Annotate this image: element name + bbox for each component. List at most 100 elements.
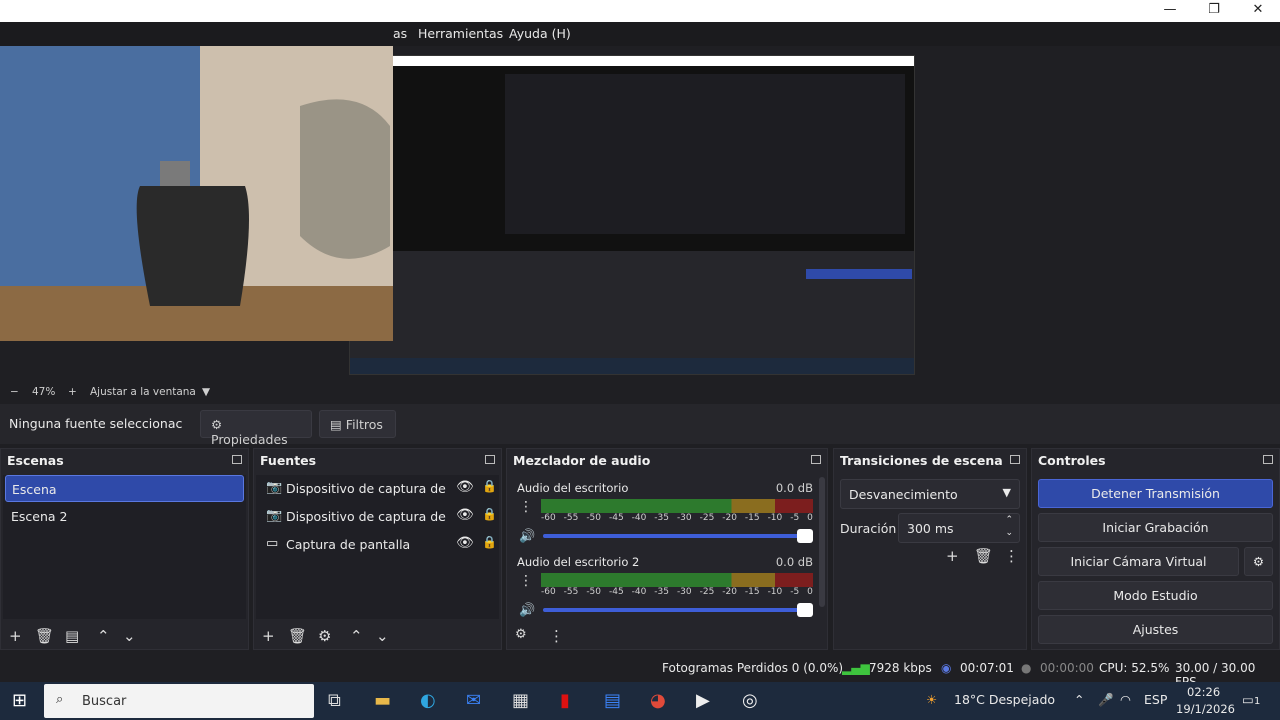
language-indicator[interactable]: ESP [1144, 692, 1167, 707]
arrow-down-icon[interactable]: ⌄ [123, 627, 136, 645]
menu-item-tools[interactable]: Herramientas [418, 26, 503, 41]
arrow-up-icon[interactable]: ⌃ [350, 627, 363, 645]
maximize-button[interactable]: ❐ [1192, 0, 1236, 22]
slider-handle[interactable] [797, 529, 813, 543]
source-item[interactable]: 📷 Dispositivo de captura de vid 👁 🔒 [260, 475, 497, 502]
menu-item-partial[interactable]: as [393, 26, 407, 41]
weather-icon: ☀ [926, 692, 938, 707]
edge-icon[interactable]: ◐ [420, 690, 436, 711]
transition-select[interactable]: Desvanecimiento ▼ [840, 479, 1020, 509]
filter-icon: ▤ [330, 417, 342, 432]
lock-icon[interactable]: 🔒 [482, 507, 497, 521]
trash-icon[interactable]: 🗑 [35, 627, 54, 645]
outlook-icon[interactable]: ✉ [466, 690, 481, 711]
undock-icon[interactable] [485, 455, 495, 464]
stop-streaming-button[interactable]: Detener Transmisión [1038, 479, 1273, 508]
studio-mode-button[interactable]: Modo Estudio [1038, 581, 1273, 610]
weather-text[interactable]: 18°C Despejado [954, 692, 1055, 707]
document-icon[interactable]: ▤ [604, 690, 621, 711]
file-explorer-icon[interactable]: ▬ [374, 690, 391, 711]
arrow-down-icon[interactable]: ⌄ [376, 627, 389, 645]
speaker-icon[interactable]: 🔊 [519, 529, 535, 544]
task-view-icon[interactable]: ⧉ [328, 690, 341, 711]
minimize-button[interactable]: — [1148, 0, 1192, 22]
controls-title: Controles [1038, 453, 1106, 468]
app-red-icon[interactable]: ▮ [560, 690, 570, 711]
mixer-scrollbar[interactable] [819, 477, 825, 607]
record-time: 00:00:00 [1040, 661, 1094, 675]
tick-label: -25 [699, 513, 715, 523]
filters-button[interactable]: ▤ Filtros [319, 410, 396, 438]
notification-icon[interactable]: ▭ [1242, 692, 1254, 707]
eye-icon[interactable]: 👁 [456, 479, 474, 495]
title-bar: — ❐ ✕ [0, 0, 1280, 22]
chevron-up-icon[interactable]: ⌃ [1074, 692, 1084, 707]
clock-date[interactable]: 19/1/2026 [1176, 702, 1235, 716]
zoom-dropdown-icon[interactable]: ▼ [202, 386, 210, 398]
gear-icon[interactable]: ⚙ [318, 627, 331, 645]
properties-button[interactable]: ⚙ Propiedades [200, 410, 312, 447]
speaker-icon[interactable]: 🔊 [519, 603, 535, 618]
scenes-toolbar: + 🗑 ▤ ⌃ ⌄ [1, 621, 248, 649]
webcam-feed [0, 46, 393, 341]
spin-arrows-icon[interactable]: ⌃ ⌄ [1005, 514, 1013, 540]
camera-icon: 📷 [266, 508, 283, 523]
windows-start-icon[interactable]: ⊞ [12, 690, 27, 711]
kebab-menu-icon[interactable]: ⋮ [549, 627, 564, 645]
zoom-in-button[interactable]: + [68, 386, 77, 398]
add-icon[interactable]: + [946, 547, 959, 565]
stream-time: 00:07:01 [960, 661, 1014, 675]
volume-slider[interactable] [543, 529, 813, 543]
source-item[interactable]: 📷 Dispositivo de captura de vid 👁 🔒 [260, 503, 497, 530]
chrome-icon[interactable]: ◕ [650, 690, 666, 711]
wifi-icon[interactable]: ◠ [1120, 692, 1131, 707]
virtual-camera-settings-button[interactable]: ⚙ [1244, 547, 1273, 576]
menu-item-help[interactable]: Ayuda (H) [509, 26, 571, 41]
tick-label: -60 [541, 587, 556, 597]
undock-icon[interactable] [811, 455, 821, 464]
source-label: Dispositivo de captura de vid [286, 509, 448, 524]
eye-icon[interactable]: 👁 [456, 507, 474, 523]
microphone-icon[interactable]: 🎤 [1098, 692, 1114, 708]
start-virtual-camera-button[interactable]: Iniciar Cámara Virtual [1038, 547, 1239, 576]
advanced-audio-gear-icon[interactable]: ⚙ [515, 627, 527, 642]
undock-icon[interactable] [1010, 455, 1020, 464]
mixer-channel: Audio del escritorio 2 0.0 dB ⋮ -60 -55 -5… [513, 553, 815, 623]
preview-canvas[interactable] [0, 46, 1280, 384]
audio-mixer-dock: Mezclador de audio Audio del escritorio … [506, 448, 828, 650]
kebab-menu-icon[interactable]: ⋮ [1004, 547, 1019, 565]
scene-item[interactable]: Escena [5, 475, 244, 502]
undock-icon[interactable] [1263, 455, 1273, 464]
tick-label: -60 [541, 513, 556, 523]
source-item[interactable]: ▭ Captura de pantalla 👁 🔒 [260, 531, 497, 558]
media-player-icon[interactable]: ▶ [696, 690, 710, 711]
volume-slider[interactable] [543, 603, 813, 617]
taskbar-search[interactable]: ⌕ Buscar [44, 684, 314, 718]
lock-icon[interactable]: 🔒 [482, 479, 497, 493]
channel-db: 0.0 dB [775, 481, 813, 495]
kebab-menu-icon[interactable]: ⋮ [519, 573, 533, 589]
slider-handle[interactable] [797, 603, 813, 617]
undock-icon[interactable] [232, 455, 242, 464]
duration-input[interactable]: 300 ms ⌃ ⌄ [898, 513, 1020, 543]
trash-icon[interactable]: 🗑 [974, 547, 993, 565]
obs-icon[interactable]: ◎ [742, 690, 758, 711]
clock-time[interactable]: 02:26 [1187, 685, 1220, 699]
arrow-up-icon[interactable]: ⌃ [97, 627, 110, 645]
kebab-menu-icon[interactable]: ⋮ [519, 499, 533, 515]
add-icon[interactable]: + [9, 627, 22, 645]
settings-button[interactable]: Ajustes [1038, 615, 1273, 644]
lock-icon[interactable]: 🔒 [482, 535, 497, 549]
store-icon[interactable]: ▦ [512, 690, 529, 711]
add-icon[interactable]: + [262, 627, 275, 645]
scene-item[interactable]: Escena 2 [5, 503, 244, 530]
eye-icon[interactable]: 👁 [456, 535, 474, 551]
close-button[interactable]: ✕ [1236, 0, 1280, 22]
zoom-out-button[interactable]: − [10, 386, 19, 398]
trash-icon[interactable]: 🗑 [288, 627, 307, 645]
filter-icon[interactable]: ▤ [65, 627, 79, 645]
signal-bars-icon: ▂▄▆ [842, 661, 870, 675]
start-recording-button[interactable]: Iniciar Grabación [1038, 513, 1273, 542]
status-bar: Fotogramas Perdidos 0 (0.0%) ▂▄▆ 7928 kb… [0, 655, 1280, 689]
sources-title: Fuentes [260, 453, 317, 468]
